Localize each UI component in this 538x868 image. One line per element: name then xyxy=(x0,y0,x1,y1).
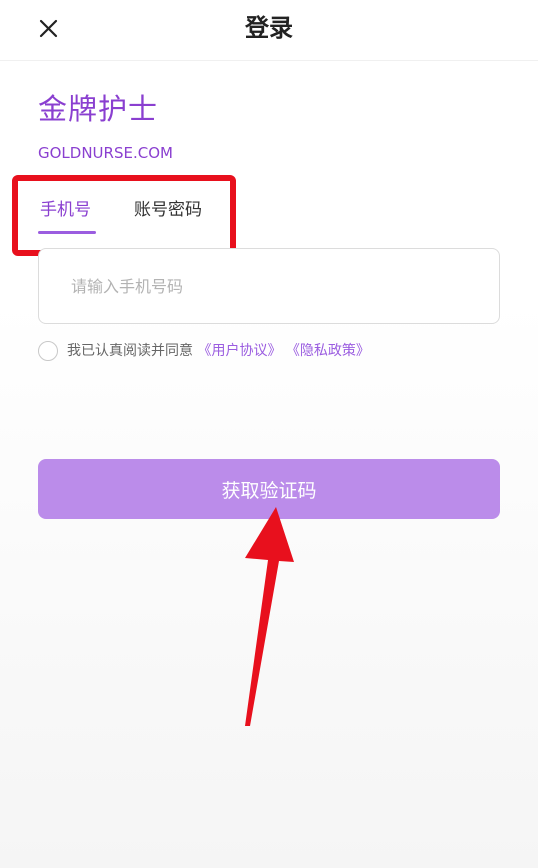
brand-url: GOLDNURSE.COM xyxy=(38,144,173,162)
arrow-shape xyxy=(245,507,294,726)
tab-account-password[interactable]: 账号密码 xyxy=(134,197,202,223)
page-title: 登录 xyxy=(245,14,293,42)
active-tab-indicator xyxy=(38,231,96,234)
phone-number-input[interactable] xyxy=(38,248,500,324)
privacy-policy-link[interactable]: 《隐私政策》 xyxy=(286,343,370,359)
agreement-text: 我已认真阅读并同意 《用户协议》 《隐私政策》 xyxy=(67,341,370,361)
agreement-label: 我已认真阅读并同意 xyxy=(67,343,193,359)
user-agreement-link[interactable]: 《用户协议》 xyxy=(197,343,281,359)
top-nav-bar: 登录 xyxy=(0,0,538,61)
get-verification-code-button[interactable]: 获取验证码 xyxy=(38,459,500,519)
pointer-arrow-annotation xyxy=(245,507,294,726)
brand-name: 金牌护士 xyxy=(38,92,159,126)
agreement-checkbox[interactable] xyxy=(38,341,58,361)
tab-phone[interactable]: 手机号 xyxy=(40,197,91,223)
